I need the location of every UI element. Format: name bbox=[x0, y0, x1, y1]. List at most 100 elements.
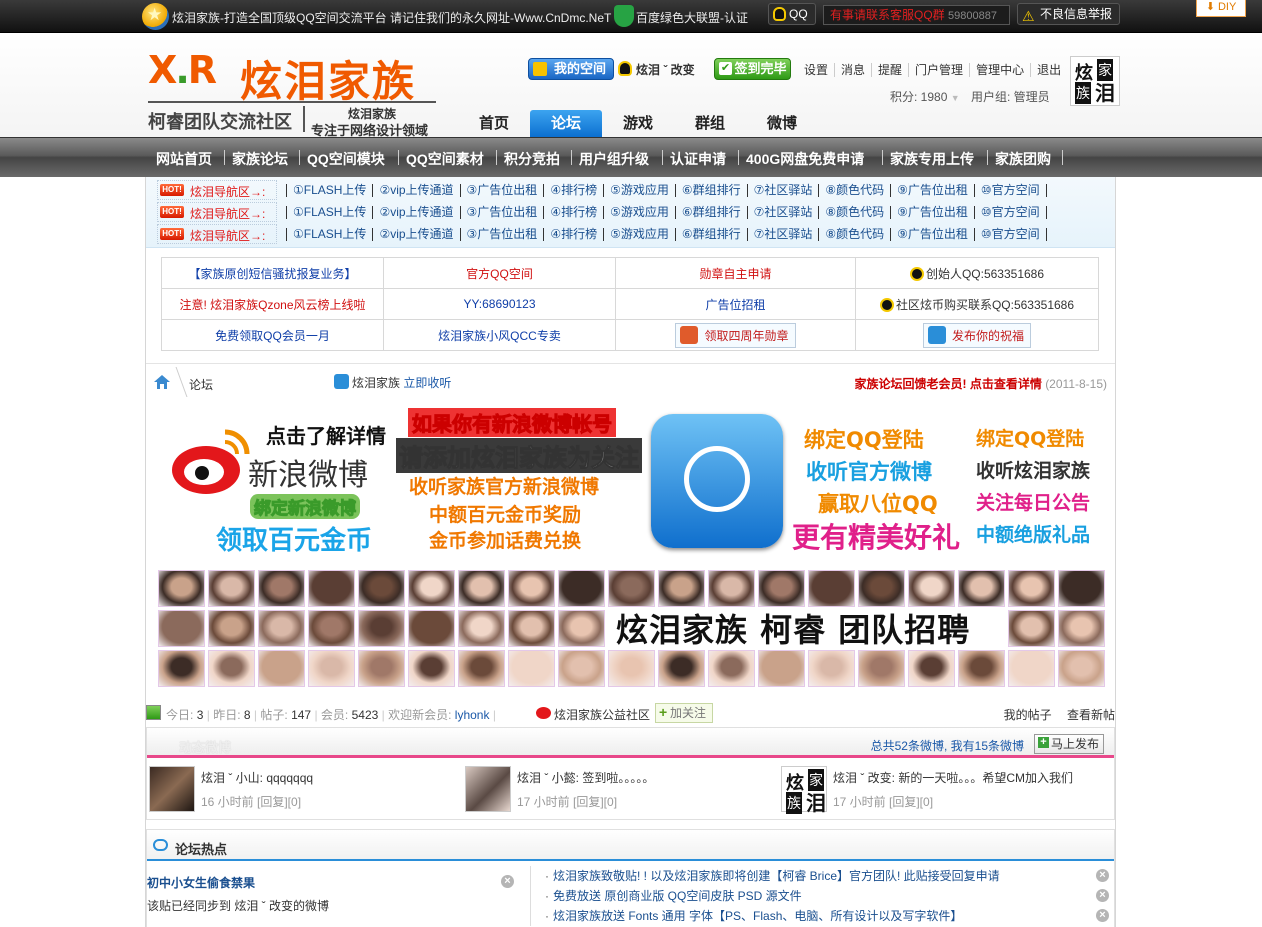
member-photo[interactable] bbox=[808, 650, 855, 687]
cat-group-buy[interactable]: 家族团购 bbox=[995, 149, 1051, 169]
checkin-button[interactable]: ✔ 签到完毕 bbox=[714, 58, 791, 80]
report-button[interactable]: ⚠ 不良信息举报 bbox=[1017, 3, 1120, 25]
list-item[interactable]: 炫泪家族放送 Fonts 通用 字体【PS、Flash、电脑、所有设计以及写字软… bbox=[543, 906, 1113, 926]
community-weibo[interactable]: 炫泪家族公益社区 bbox=[536, 706, 650, 723]
quick-link[interactable]: ⑥群组排行 bbox=[674, 206, 747, 219]
close-icon[interactable]: × bbox=[1096, 909, 1109, 922]
member-photo[interactable] bbox=[708, 570, 755, 607]
cat-site-home[interactable]: 网站首页 bbox=[156, 149, 212, 169]
ad-cell[interactable]: 社区炫币购买联系QQ:563351686 bbox=[855, 288, 1099, 320]
qq-button[interactable]: QQ bbox=[768, 3, 816, 25]
quick-link[interactable]: ②vip上传通道 bbox=[372, 184, 459, 197]
member-photo[interactable] bbox=[308, 570, 355, 607]
cat-cloud-disk[interactable]: 400G网盘免费申请 bbox=[746, 149, 864, 169]
member-photo[interactable] bbox=[508, 650, 555, 687]
member-photo[interactable] bbox=[208, 570, 255, 607]
ad-cell[interactable]: 炫泪家族小风QCC专卖 bbox=[383, 319, 616, 351]
member-photo[interactable] bbox=[658, 650, 705, 687]
member-photo[interactable] bbox=[808, 570, 855, 607]
listen-link[interactable]: 立即收听 bbox=[403, 376, 451, 390]
post-weibo-button[interactable]: 马上发布 bbox=[1034, 734, 1104, 754]
quick-link[interactable]: ⑨广告位出租 bbox=[890, 184, 974, 197]
ad-cell[interactable]: 免费领取QQ会员一月 bbox=[161, 319, 384, 351]
member-photo[interactable] bbox=[158, 650, 205, 687]
menu-admin-center[interactable]: 管理中心 bbox=[969, 63, 1031, 77]
cat-certify[interactable]: 认证申请 bbox=[670, 149, 726, 169]
member-photo[interactable] bbox=[158, 570, 205, 607]
quick-link[interactable]: ⑨广告位出租 bbox=[890, 206, 974, 219]
quick-link[interactable]: ⑦社区驿站 bbox=[746, 206, 819, 219]
user-avatar[interactable]: 炫 家 族 泪 bbox=[1070, 56, 1120, 106]
member-photo[interactable] bbox=[408, 650, 455, 687]
member-photo[interactable] bbox=[408, 570, 455, 607]
member-photo[interactable] bbox=[908, 570, 955, 607]
member-photo[interactable] bbox=[1008, 610, 1055, 647]
follow-button[interactable]: 加关注 bbox=[655, 703, 713, 723]
member-photo[interactable] bbox=[558, 610, 605, 647]
member-photo[interactable] bbox=[908, 650, 955, 687]
quick-link[interactable]: ⑧颜色代码 bbox=[818, 228, 890, 241]
cat-upgrade[interactable]: 用户组升级 bbox=[579, 149, 649, 169]
member-photo[interactable] bbox=[458, 570, 505, 607]
quick-link[interactable]: ⑤游戏应用 bbox=[603, 228, 675, 241]
member-photo[interactable] bbox=[458, 610, 505, 647]
quick-link[interactable]: ⑩官方空间 bbox=[973, 228, 1047, 241]
credits-value[interactable]: 积分: 1980 bbox=[890, 90, 947, 104]
menu-reminders[interactable]: 提醒 bbox=[871, 63, 909, 77]
cat-auction[interactable]: 积分竞拍 bbox=[504, 149, 560, 169]
customer-service-qq-group[interactable]: 有事请联系客服QQ群 59800887 bbox=[823, 5, 1010, 25]
member-photo[interactable] bbox=[558, 650, 605, 687]
ad-cell[interactable]: YY:68690123 bbox=[383, 288, 616, 320]
member-photo[interactable] bbox=[358, 610, 405, 647]
promo-banner[interactable]: 点击了解详情 新浪微博 绑定新浪微博 领取百元金币 如果你有新浪微博帐号 请添加… bbox=[156, 402, 1106, 562]
site-logo[interactable]: X.R 炫泪家族 柯睿团队交流社区 炫泪家族 专注于网络设计领域 bbox=[148, 48, 438, 138]
member-photo[interactable] bbox=[208, 650, 255, 687]
member-photo[interactable] bbox=[508, 610, 555, 647]
chevron-down-icon[interactable]: ▼ bbox=[951, 93, 960, 103]
menu-portal-admin[interactable]: 门户管理 bbox=[908, 63, 970, 77]
cat-family-forum[interactable]: 家族论坛 bbox=[232, 149, 288, 169]
menu-settings[interactable]: 设置 bbox=[798, 63, 834, 77]
hot-featured-title[interactable]: 初中小女生偷食禁果 bbox=[147, 874, 255, 891]
announcement[interactable]: 家族论坛回馈老会员! 点击查看详情 (2011-8-15) bbox=[855, 375, 1108, 392]
quick-link[interactable]: ⑥群组排行 bbox=[674, 184, 747, 197]
quick-link[interactable]: ⑦社区驿站 bbox=[746, 184, 819, 197]
close-icon[interactable]: × bbox=[1096, 889, 1109, 902]
member-photo[interactable] bbox=[458, 650, 505, 687]
list-item[interactable]: 免费放送 原创商业版 QQ空间皮肤 PSD 源文件× bbox=[543, 886, 1113, 906]
diy-button[interactable]: ⬇ DIY bbox=[1196, 0, 1246, 17]
menu-logout[interactable]: 退出 bbox=[1030, 63, 1068, 77]
member-photo[interactable] bbox=[358, 570, 405, 607]
quick-link[interactable]: ①FLASH上传 bbox=[286, 206, 372, 219]
member-photo[interactable] bbox=[1008, 650, 1055, 687]
quick-link[interactable]: ⑩官方空间 bbox=[973, 184, 1047, 197]
close-icon[interactable]: × bbox=[501, 875, 514, 888]
menu-messages[interactable]: 消息 bbox=[834, 63, 872, 77]
anniversary-medal-button[interactable]: 领取四周年勋章 bbox=[675, 322, 796, 348]
member-photo[interactable] bbox=[258, 570, 305, 607]
ad-cell[interactable]: 【家族原创短信骚扰报复业务】 bbox=[161, 257, 384, 289]
member-photo[interactable] bbox=[608, 570, 655, 607]
ad-cell[interactable]: 勋章自主申请 bbox=[615, 257, 856, 289]
quick-link[interactable]: ⑦社区驿站 bbox=[746, 228, 819, 241]
quick-link[interactable]: ①FLASH上传 bbox=[286, 228, 372, 241]
ad-cell[interactable]: 广告位招租 bbox=[615, 288, 856, 320]
my-space-button[interactable]: 我的空间 bbox=[528, 58, 614, 80]
member-photo[interactable] bbox=[658, 570, 705, 607]
cat-qq-material[interactable]: QQ空间素材 bbox=[406, 149, 484, 169]
union-link[interactable]: 百度绿色大联盟-认证 bbox=[636, 9, 748, 26]
member-photo[interactable] bbox=[1058, 610, 1105, 647]
weibo-count[interactable]: 总共52条微博, 我有15条微博 bbox=[871, 737, 1024, 754]
quick-link[interactable]: ③广告位出租 bbox=[459, 184, 544, 197]
member-photo[interactable] bbox=[408, 610, 455, 647]
member-photo[interactable] bbox=[1008, 570, 1055, 607]
my-posts-link[interactable]: 我的帖子 bbox=[1004, 708, 1052, 722]
member-photo[interactable] bbox=[958, 650, 1005, 687]
member-photo[interactable] bbox=[258, 610, 305, 647]
member-photo[interactable] bbox=[1058, 650, 1105, 687]
member-photo[interactable] bbox=[858, 650, 905, 687]
ad-cell[interactable]: 注意! 炫泪家族Qzone风云榜上线啦 bbox=[161, 288, 384, 320]
cat-qq-modules[interactable]: QQ空间模块 bbox=[307, 149, 385, 169]
quick-link[interactable]: ④排行榜 bbox=[543, 228, 603, 241]
quick-link[interactable]: ③广告位出租 bbox=[459, 228, 544, 241]
